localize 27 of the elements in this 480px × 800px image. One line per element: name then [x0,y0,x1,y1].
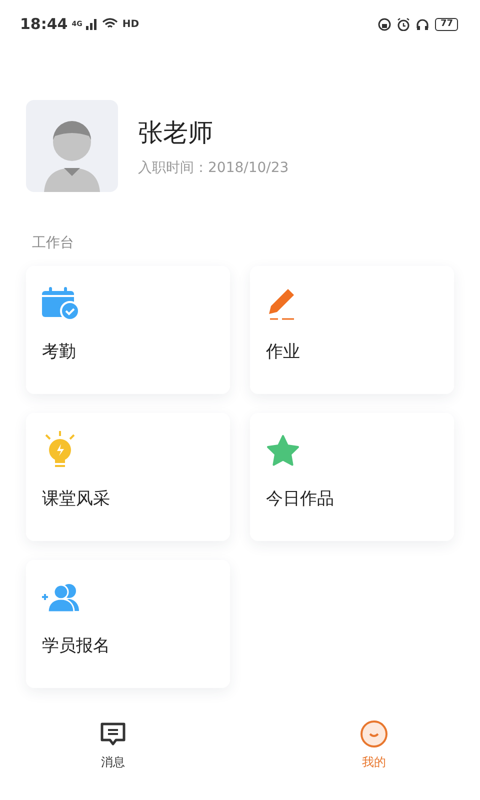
smile-icon [360,720,388,748]
feature-label: 课堂风采 [42,488,110,510]
feature-card[interactable]: 今日作品 [250,413,454,541]
star-icon [266,434,300,468]
lock-rotation-icon [378,18,392,30]
status-time: 18:44 [20,15,68,33]
feature-label: 作业 [266,341,300,363]
feature-card[interactable]: 学员报名 [26,560,230,688]
add-user-icon [42,583,80,613]
hire-date: 入职时间：2018/10/23 [138,158,289,176]
feature-card[interactable]: 课堂风采 [26,413,230,541]
alarm-icon [397,18,410,30]
feature-label: 学员报名 [42,635,110,657]
message-icon [100,720,126,748]
battery-level: 77 [435,18,458,30]
signal-icon [86,18,98,30]
feature-label: 今日作品 [266,488,334,510]
feature-label: 考勤 [42,341,76,363]
calendar-icon [42,287,80,321]
wifi-icon [102,18,118,30]
nav-tab[interactable]: 消息 [100,720,126,790]
feature-card[interactable]: 作业 [250,266,454,394]
section-title: 工作台 [32,235,74,251]
headphones-icon [416,18,430,30]
feature-card[interactable]: 考勤 [26,266,230,394]
teacher-name: 张老师 [138,116,214,148]
hd-indicator: HD [122,18,140,30]
